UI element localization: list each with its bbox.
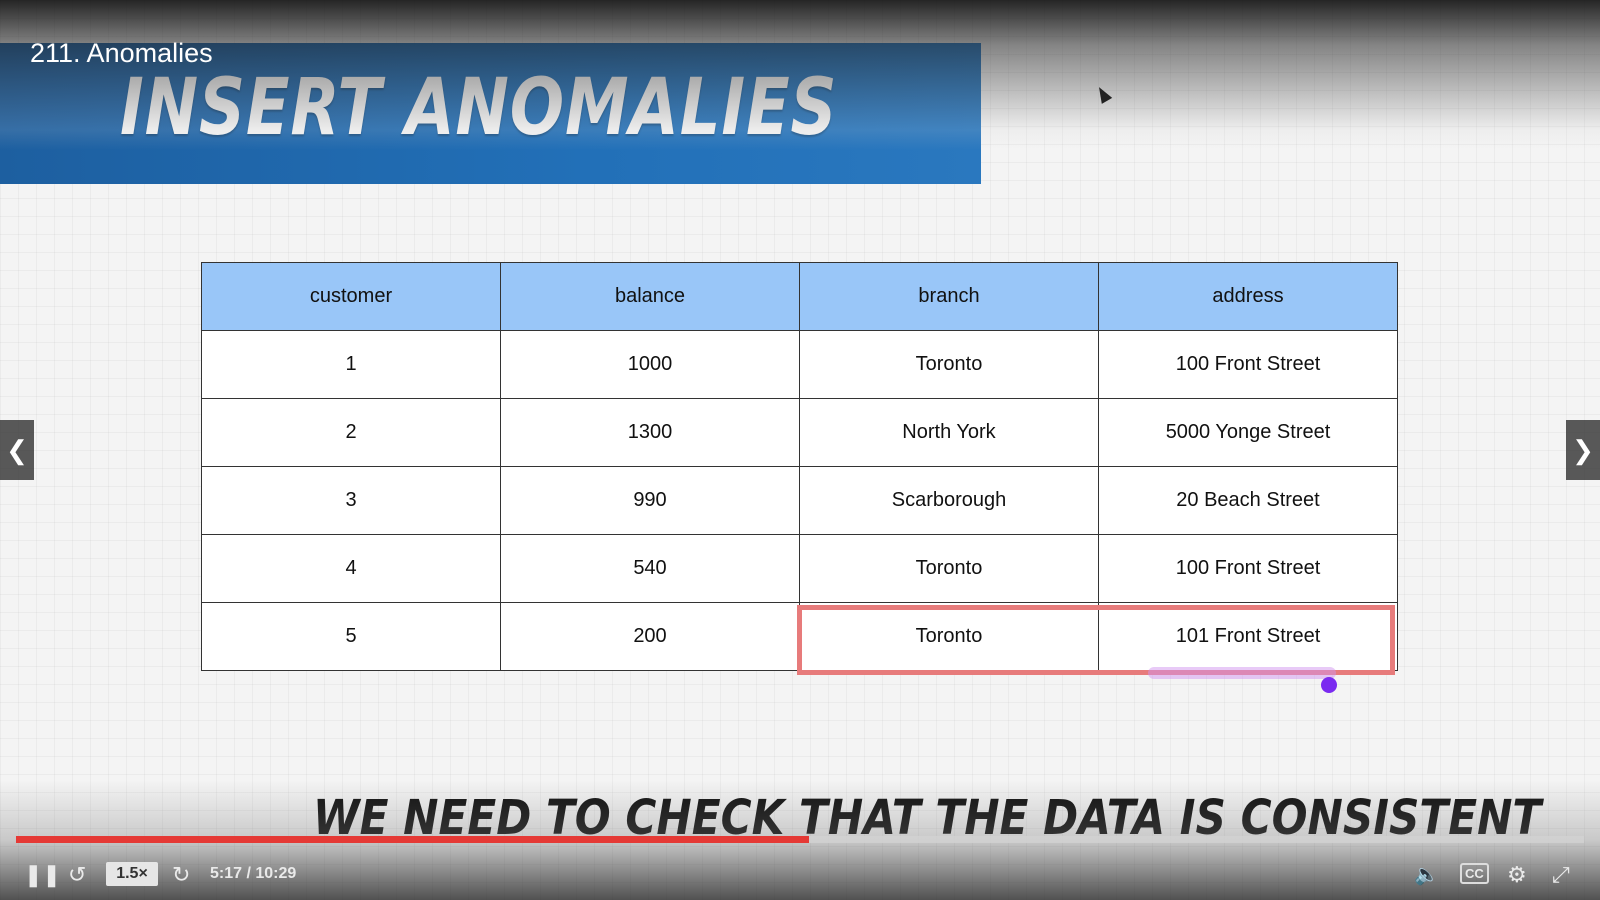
table-cell: 540 <box>500 534 800 603</box>
settings-icon[interactable]: ⚙ <box>1507 862 1527 888</box>
table-cell: 100 Front Street <box>1098 330 1398 399</box>
table-cell: 2 <box>201 398 501 467</box>
table-cell: 5000 Yonge Street <box>1098 398 1398 467</box>
previous-lecture-button[interactable]: ❮ <box>0 420 34 480</box>
table-cell: North York <box>799 398 1099 467</box>
table-row: 1 1000 Toronto 100 Front Street <box>201 330 1398 399</box>
table-row: 2 1300 North York 5000 Yonge Street <box>201 398 1398 467</box>
column-header: customer <box>201 262 501 331</box>
column-header: address <box>1098 262 1398 331</box>
table-cell: 5 <box>201 602 501 671</box>
table-cell: Toronto <box>799 330 1099 399</box>
forward-icon[interactable]: ↻ <box>172 862 190 888</box>
volume-icon[interactable]: 🔈 <box>1414 862 1439 887</box>
table-cell: 1000 <box>500 330 800 399</box>
next-arrow-icon: ❯ <box>1572 434 1594 465</box>
column-header: branch <box>799 262 1099 331</box>
table-cell: 1 <box>201 330 501 399</box>
playback-speed-button[interactable]: 1.5× <box>106 862 158 886</box>
rewind-icon[interactable]: ↺ <box>68 862 86 888</box>
captions-icon[interactable]: CC <box>1460 863 1489 884</box>
table-cell: Scarborough <box>799 466 1099 535</box>
lecture-title: 211. Anomalies <box>30 38 213 68</box>
column-header: balance <box>500 262 800 331</box>
table-cell: 100 Front Street <box>1098 534 1398 603</box>
prev-arrow-icon: ❮ <box>6 434 28 465</box>
player-controls: ❚❚ ↺ 1.5× ↻ 5:17 / 10:29 🔈 CC ⚙ ⤢ <box>0 850 1600 900</box>
table-cell: 200 <box>500 602 800 671</box>
exit-fullscreen-icon[interactable]: ⤢ <box>1552 862 1570 888</box>
table-header-row: customer balance branch address <box>201 262 1398 331</box>
highlight-annotation-box <box>797 605 1395 675</box>
mouse-cursor-icon <box>1093 84 1113 104</box>
table-cell: Toronto <box>799 534 1099 603</box>
table-cell: 3 <box>201 466 501 535</box>
table-cell: 1300 <box>500 398 800 467</box>
playback-time: 5:17 / 10:29 <box>210 865 297 882</box>
table-cell: 20 Beach Street <box>1098 466 1398 535</box>
table-cell: 4 <box>201 534 501 603</box>
pen-pointer-dot <box>1321 677 1337 693</box>
pen-underline-annotation <box>1148 667 1336 679</box>
slide-title: INSERT ANOMALIES <box>120 63 838 153</box>
progress-bar-fill <box>16 836 810 843</box>
next-lecture-button[interactable]: ❯ <box>1566 420 1600 480</box>
progress-bar[interactable] <box>16 836 1584 843</box>
table-row: 3 990 Scarborough 20 Beach Street <box>201 466 1398 535</box>
pause-icon[interactable]: ❚❚ <box>24 862 61 888</box>
table-row: 4 540 Toronto 100 Front Street <box>201 534 1398 603</box>
table-cell: 990 <box>500 466 800 535</box>
